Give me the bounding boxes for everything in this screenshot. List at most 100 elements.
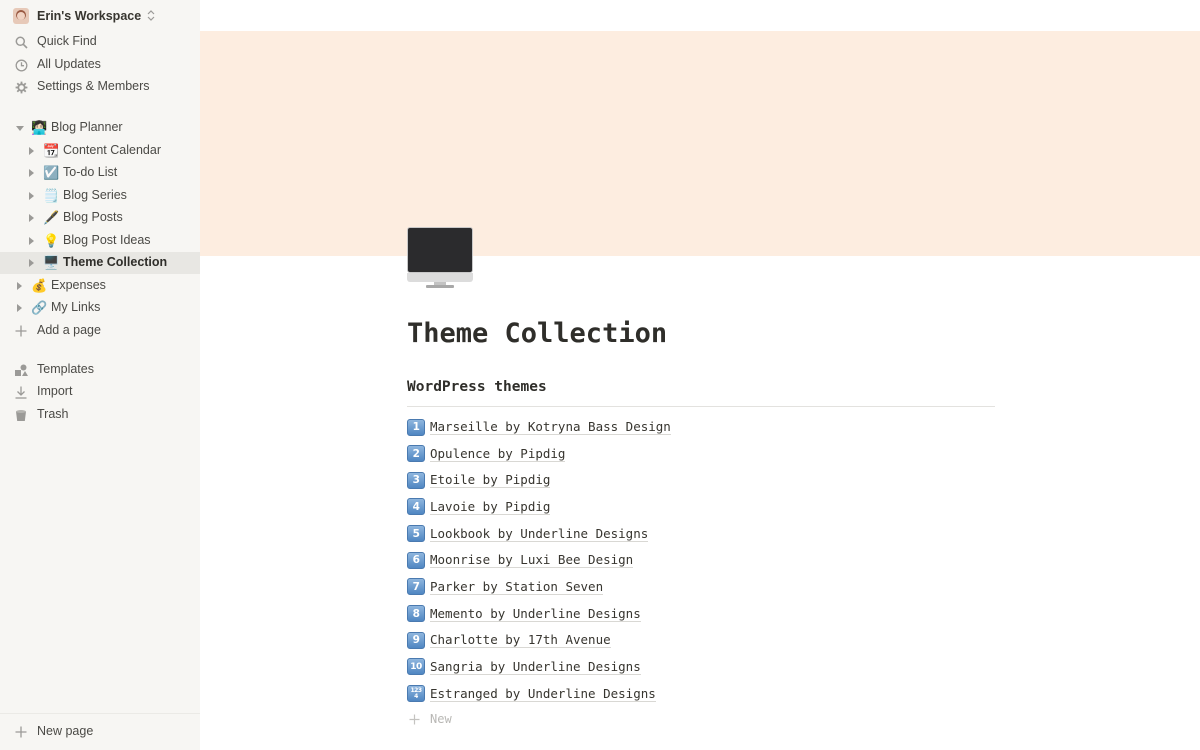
add-page-label: Add a page (37, 323, 101, 337)
list-item-link[interactable]: Moonrise by Luxi Bee Design (430, 552, 634, 569)
workspace-switcher[interactable]: Erin's Workspace (0, 0, 200, 31)
sidebar-item-label: Blog Post Ideas (63, 233, 151, 247)
list-item-link[interactable]: Memento by Underline Designs (430, 606, 641, 622)
number-keycap-icon: 1 (407, 418, 425, 436)
plus-icon (14, 324, 28, 338)
list-item[interactable]: 1234 Estranged by Underline Designs (407, 684, 995, 704)
list-item-link[interactable]: Lavoie by Pipdig (430, 499, 551, 515)
list-item-link[interactable]: Opulence by Pipdig (430, 446, 566, 462)
sidebar-item-content-calendar[interactable]: 📆 Content Calendar (0, 140, 200, 162)
trash-button[interactable]: Trash (0, 404, 200, 426)
sidebar-item-blog-planner[interactable]: 👩🏻‍💻 Blog Planner (0, 117, 200, 139)
settings-members-label: Settings & Members (37, 79, 150, 93)
import-button[interactable]: Import (0, 381, 200, 403)
expand-toggle-icon[interactable] (29, 192, 34, 200)
sidebar: Erin's Workspace Quick Find All Updates … (0, 0, 200, 750)
number-keycap-icon: 3 (407, 471, 425, 489)
page-cover[interactable] (200, 31, 1200, 256)
page-emoji-icon: 👩🏻‍💻 (31, 120, 48, 135)
list-item-link[interactable]: Marseille by Kotryna Bass Design (430, 419, 671, 435)
expand-toggle-icon[interactable] (29, 237, 34, 245)
list-item[interactable]: 5 Lookbook by Underline Designs (407, 524, 995, 544)
list-item[interactable]: 6 Moonrise by Luxi Bee Design (407, 550, 995, 570)
new-page-footer: New page (0, 713, 200, 750)
list-item-link[interactable]: Lookbook by Underline Designs (430, 526, 649, 542)
gear-icon (14, 80, 28, 94)
workspace-avatar (13, 7, 29, 24)
sidebar-item-todo-list[interactable]: ☑️ To-do List (0, 162, 200, 184)
page-emoji-icon: 🖋️ (43, 210, 60, 225)
templates-button[interactable]: Templates (0, 359, 200, 381)
quick-find-label: Quick Find (37, 34, 97, 48)
new-page-button[interactable]: New page (0, 721, 200, 743)
page-emoji-icon: 📆 (43, 143, 60, 158)
list-item[interactable]: 3 Etoile by Pipdig (407, 470, 995, 490)
sidebar-item-label: Content Calendar (63, 143, 161, 157)
all-updates-label: All Updates (37, 57, 101, 71)
templates-label: Templates (37, 362, 94, 376)
sidebar-item-blog-posts[interactable]: 🖋️ Blog Posts (0, 207, 200, 229)
page-emoji-icon: ☑️ (43, 165, 60, 180)
list-item-link[interactable]: Parker by Station Seven (430, 579, 604, 595)
expand-toggle-icon[interactable] (29, 169, 34, 177)
list-item[interactable]: 1 Marseille by Kotryna Bass Design (407, 417, 995, 437)
monitor-screen (407, 227, 473, 273)
chevron-up-down-icon (147, 10, 155, 21)
number-keycap-icon: 10 (407, 658, 425, 676)
download-icon (14, 385, 28, 399)
heading-divider (407, 406, 995, 407)
expand-toggle-icon[interactable] (17, 282, 22, 290)
plus-icon (407, 712, 421, 726)
number-keycap-icon: 7 (407, 578, 425, 596)
expand-toggle-icon[interactable] (29, 214, 34, 222)
quick-find-button[interactable]: Quick Find (0, 31, 200, 53)
add-page-button[interactable]: Add a page (0, 320, 200, 342)
settings-members-button[interactable]: Settings & Members (0, 76, 200, 98)
new-item-button[interactable]: New (407, 710, 452, 728)
expand-toggle-icon[interactable] (29, 147, 34, 155)
list-item[interactable]: 8 Memento by Underline Designs (407, 604, 995, 624)
templates-shapes-icon (14, 363, 28, 377)
monitor-base (426, 285, 454, 288)
list-item[interactable]: 9 Charlotte by 17th Avenue (407, 630, 995, 650)
workspace-name: Erin's Workspace (37, 8, 142, 23)
number-keycap-icon: 6 (407, 551, 425, 569)
list-item[interactable]: 4 Lavoie by Pipdig (407, 497, 995, 517)
page-emoji-icon: 🗒️ (43, 188, 60, 203)
number-keycap-icon: 1234 (407, 685, 425, 702)
page-emoji-icon: 🖥️ (43, 255, 60, 270)
sidebar-item-blog-post-ideas[interactable]: 💡 Blog Post Ideas (0, 230, 200, 252)
sidebar-item-theme-collection[interactable]: 🖥️ Theme Collection (0, 252, 200, 274)
page-emoji-icon: 💡 (43, 233, 60, 248)
list-item-link[interactable]: Etoile by Pipdig (430, 472, 551, 489)
clock-icon (14, 58, 28, 72)
sidebar-item-label: My Links (51, 300, 101, 314)
section-heading[interactable]: WordPress themes (407, 379, 547, 395)
number-keycap-icon: 9 (407, 631, 425, 649)
expand-toggle-icon[interactable] (17, 304, 22, 312)
search-icon (14, 35, 28, 49)
sidebar-item-blog-series[interactable]: 🗒️ Blog Series (0, 185, 200, 207)
number-keycap-icon: 5 (407, 525, 425, 543)
monitor-chin (407, 273, 473, 282)
list-item-link[interactable]: Charlotte by 17th Avenue (430, 632, 611, 649)
plus-icon (14, 725, 28, 739)
number-keycap-icon: 8 (407, 605, 425, 622)
all-updates-button[interactable]: All Updates (0, 54, 200, 76)
collapse-toggle-icon[interactable] (16, 126, 24, 131)
page-emoji-icon: 💰 (31, 278, 48, 293)
list-item-link[interactable]: Estranged by Underline Designs (430, 686, 656, 702)
new-item-label: New (430, 712, 452, 726)
sidebar-item-expenses[interactable]: 💰 Expenses (0, 275, 200, 297)
number-keycap-icon: 2 (407, 445, 425, 463)
sidebar-item-label: Blog Series (63, 188, 127, 202)
sidebar-item-my-links[interactable]: 🔗 My Links (0, 297, 200, 319)
list-item[interactable]: 2 Opulence by Pipdig (407, 444, 995, 464)
desktop-computer-icon[interactable] (407, 227, 473, 289)
list-item[interactable]: 10 Sangria by Underline Designs (407, 657, 995, 677)
sidebar-item-label: Expenses (51, 278, 106, 292)
page-title[interactable]: Theme Collection (407, 318, 667, 349)
list-item[interactable]: 7 Parker by Station Seven (407, 577, 995, 597)
expand-toggle-icon[interactable] (29, 259, 34, 267)
list-item-link[interactable]: Sangria by Underline Designs (430, 659, 641, 675)
